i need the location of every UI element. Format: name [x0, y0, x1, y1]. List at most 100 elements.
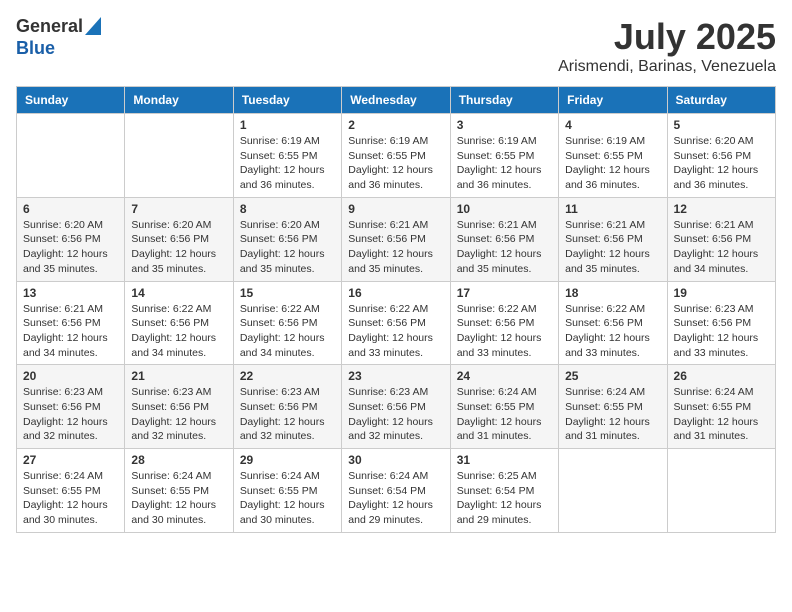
calendar-cell: 30Sunrise: 6:24 AM Sunset: 6:54 PM Dayli… — [342, 449, 450, 533]
day-info: Sunrise: 6:19 AM Sunset: 6:55 PM Dayligh… — [565, 134, 660, 193]
calendar-cell: 5Sunrise: 6:20 AM Sunset: 6:56 PM Daylig… — [667, 114, 775, 198]
calendar-cell: 9 Sunrise: 6:21 AM Sunset: 6:56 PM Daylig… — [342, 197, 450, 281]
weekday-header-row: SundayMondayTuesdayWednesdayThursdayFrid… — [17, 87, 776, 114]
calendar-cell: 27 Sunrise: 6:24 AM Sunset: 6:55 PM Dayli… — [17, 449, 125, 533]
month-year-title: July 2025 — [558, 16, 776, 58]
day-info: Sunrise: 6:23 AM Sunset: 6:56 PM Dayligh… — [131, 385, 226, 444]
day-info: Sunrise: 6:22 AM Sunset: 6:56 PM Dayligh… — [240, 302, 335, 361]
day-number: 29 — [240, 453, 335, 467]
calendar-cell: 26Sunrise: 6:24 AM Sunset: 6:55 PM Dayli… — [667, 365, 775, 449]
page-header: General Blue July 2025 Arismendi, Barina… — [16, 16, 776, 76]
day-info: Sunrise: 6:24 AM Sunset: 6:55 PM Dayligh… — [457, 385, 552, 444]
calendar-table: SundayMondayTuesdayWednesdayThursdayFrid… — [16, 86, 776, 533]
day-info: Sunrise: 6:23 AM Sunset: 6:56 PM Dayligh… — [23, 385, 118, 444]
calendar-cell: 6 Sunrise: 6:20 AM Sunset: 6:56 PM Daylig… — [17, 197, 125, 281]
day-info: Sunrise: 6:21 AM Sunset: 6:56 PM Dayligh… — [23, 302, 118, 361]
day-number: 7 — [131, 202, 226, 216]
logo-general-text: General — [16, 16, 83, 38]
weekday-header-tuesday: Tuesday — [233, 87, 341, 114]
calendar-cell: 10 Sunrise: 6:21 AM Sunset: 6:56 PM Dayli… — [450, 197, 558, 281]
calendar-week-row: 6 Sunrise: 6:20 AM Sunset: 6:56 PM Daylig… — [17, 197, 776, 281]
calendar-cell: 7 Sunrise: 6:20 AM Sunset: 6:56 PM Daylig… — [125, 197, 233, 281]
day-info: Sunrise: 6:20 AM Sunset: 6:56 PM Dayligh… — [23, 218, 118, 277]
weekday-header-sunday: Sunday — [17, 87, 125, 114]
day-number: 18 — [565, 286, 660, 300]
day-info: Sunrise: 6:24 AM Sunset: 6:55 PM Dayligh… — [23, 469, 118, 528]
calendar-cell: 24 Sunrise: 6:24 AM Sunset: 6:55 PM Dayli… — [450, 365, 558, 449]
day-number: 15 — [240, 286, 335, 300]
weekday-header-monday: Monday — [125, 87, 233, 114]
day-info: Sunrise: 6:24 AM Sunset: 6:55 PM Dayligh… — [131, 469, 226, 528]
calendar-cell: 14Sunrise: 6:22 AM Sunset: 6:56 PM Dayli… — [125, 281, 233, 365]
day-info: Sunrise: 6:19 AM Sunset: 6:55 PM Dayligh… — [240, 134, 335, 193]
calendar-cell: 16 Sunrise: 6:22 AM Sunset: 6:56 PM Dayli… — [342, 281, 450, 365]
weekday-header-thursday: Thursday — [450, 87, 558, 114]
calendar-cell: 29 Sunrise: 6:24 AM Sunset: 6:55 PM Dayli… — [233, 449, 341, 533]
calendar-cell: 31 Sunrise: 6:25 AM Sunset: 6:54 PM Dayli… — [450, 449, 558, 533]
calendar-cell — [125, 114, 233, 198]
calendar-cell — [17, 114, 125, 198]
day-number: 16 — [348, 286, 443, 300]
day-info: Sunrise: 6:23 AM Sunset: 6:56 PM Dayligh… — [674, 302, 769, 361]
day-info: Sunrise: 6:20 AM Sunset: 6:56 PM Dayligh… — [674, 134, 769, 193]
calendar-cell: 18 Sunrise: 6:22 AM Sunset: 6:56 PM Dayli… — [559, 281, 667, 365]
calendar-cell: 21 Sunrise: 6:23 AM Sunset: 6:56 PM Dayli… — [125, 365, 233, 449]
weekday-header-saturday: Saturday — [667, 87, 775, 114]
calendar-cell: 17Sunrise: 6:22 AM Sunset: 6:56 PM Dayli… — [450, 281, 558, 365]
day-number: 4 — [565, 118, 660, 132]
calendar-cell: 15 Sunrise: 6:22 AM Sunset: 6:56 PM Dayli… — [233, 281, 341, 365]
calendar-cell — [559, 449, 667, 533]
calendar-cell: 20 Sunrise: 6:23 AM Sunset: 6:56 PM Dayli… — [17, 365, 125, 449]
calendar-cell: 4 Sunrise: 6:19 AM Sunset: 6:55 PM Daylig… — [559, 114, 667, 198]
day-info: Sunrise: 6:21 AM Sunset: 6:56 PM Dayligh… — [457, 218, 552, 277]
day-number: 12 — [674, 202, 769, 216]
day-info: Sunrise: 6:20 AM Sunset: 6:56 PM Dayligh… — [131, 218, 226, 277]
day-number: 28 — [131, 453, 226, 467]
day-number: 10 — [457, 202, 552, 216]
day-number: 27 — [23, 453, 118, 467]
day-info: Sunrise: 6:24 AM Sunset: 6:54 PM Dayligh… — [348, 469, 443, 528]
calendar-cell: 2Sunrise: 6:19 AM Sunset: 6:55 PM Daylig… — [342, 114, 450, 198]
day-number: 23 — [348, 369, 443, 383]
day-info: Sunrise: 6:19 AM Sunset: 6:55 PM Dayligh… — [348, 134, 443, 193]
calendar-cell: 22 Sunrise: 6:23 AM Sunset: 6:56 PM Dayli… — [233, 365, 341, 449]
day-number: 1 — [240, 118, 335, 132]
calendar-week-row: 1 Sunrise: 6:19 AM Sunset: 6:55 PM Daylig… — [17, 114, 776, 198]
day-info: Sunrise: 6:22 AM Sunset: 6:56 PM Dayligh… — [348, 302, 443, 361]
day-number: 22 — [240, 369, 335, 383]
calendar-cell: 8Sunrise: 6:20 AM Sunset: 6:56 PM Daylig… — [233, 197, 341, 281]
day-info: Sunrise: 6:25 AM Sunset: 6:54 PM Dayligh… — [457, 469, 552, 528]
day-number: 9 — [348, 202, 443, 216]
calendar-cell: 19Sunrise: 6:23 AM Sunset: 6:56 PM Dayli… — [667, 281, 775, 365]
day-number: 25 — [565, 369, 660, 383]
day-info: Sunrise: 6:24 AM Sunset: 6:55 PM Dayligh… — [674, 385, 769, 444]
logo-blue-text: Blue — [16, 38, 55, 60]
location-text: Arismendi, Barinas, Venezuela — [558, 58, 776, 76]
day-info: Sunrise: 6:21 AM Sunset: 6:56 PM Dayligh… — [565, 218, 660, 277]
day-number: 21 — [131, 369, 226, 383]
day-info: Sunrise: 6:23 AM Sunset: 6:56 PM Dayligh… — [240, 385, 335, 444]
calendar-cell: 11Sunrise: 6:21 AM Sunset: 6:56 PM Dayli… — [559, 197, 667, 281]
calendar-cell: 1 Sunrise: 6:19 AM Sunset: 6:55 PM Daylig… — [233, 114, 341, 198]
calendar-cell: 23 Sunrise: 6:23 AM Sunset: 6:56 PM Dayli… — [342, 365, 450, 449]
day-info: Sunrise: 6:22 AM Sunset: 6:56 PM Dayligh… — [457, 302, 552, 361]
calendar-week-row: 27 Sunrise: 6:24 AM Sunset: 6:55 PM Dayli… — [17, 449, 776, 533]
day-number: 8 — [240, 202, 335, 216]
day-info: Sunrise: 6:22 AM Sunset: 6:56 PM Dayligh… — [565, 302, 660, 361]
calendar-cell: 13 Sunrise: 6:21 AM Sunset: 6:56 PM Dayli… — [17, 281, 125, 365]
day-number: 31 — [457, 453, 552, 467]
calendar-cell: 3Sunrise: 6:19 AM Sunset: 6:55 PM Daylig… — [450, 114, 558, 198]
day-info: Sunrise: 6:23 AM Sunset: 6:56 PM Dayligh… — [348, 385, 443, 444]
weekday-header-friday: Friday — [559, 87, 667, 114]
day-info: Sunrise: 6:24 AM Sunset: 6:55 PM Dayligh… — [240, 469, 335, 528]
day-number: 6 — [23, 202, 118, 216]
title-block: July 2025 Arismendi, Barinas, Venezuela — [558, 16, 776, 76]
day-info: Sunrise: 6:24 AM Sunset: 6:55 PM Dayligh… — [565, 385, 660, 444]
calendar-cell — [667, 449, 775, 533]
calendar-cell: 28 Sunrise: 6:24 AM Sunset: 6:55 PM Dayli… — [125, 449, 233, 533]
day-info: Sunrise: 6:21 AM Sunset: 6:56 PM Dayligh… — [348, 218, 443, 277]
day-number: 3 — [457, 118, 552, 132]
day-number: 24 — [457, 369, 552, 383]
day-number: 13 — [23, 286, 118, 300]
day-number: 20 — [23, 369, 118, 383]
